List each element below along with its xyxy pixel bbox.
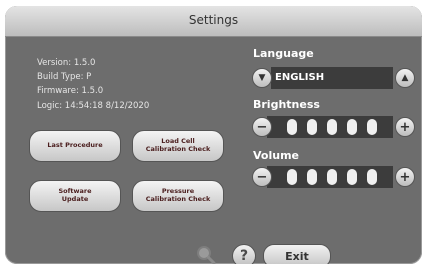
- version-text: Version: 1.5.0: [37, 58, 96, 68]
- volume-track: [267, 166, 393, 188]
- magnifier-icon[interactable]: [195, 244, 217, 264]
- language-field: ENGLISH: [271, 67, 393, 89]
- last-procedure-button[interactable]: Last Procedure: [29, 130, 121, 162]
- volume-segment: [327, 169, 337, 185]
- brightness-track: [267, 116, 393, 138]
- firmware-text: Firmware: 1.5.0: [37, 86, 104, 96]
- volume-plus-button[interactable]: +: [395, 167, 415, 187]
- brightness-label: Brightness: [253, 98, 320, 111]
- settings-screen: Settings Version: 1.5.0 Build Type: P Fi…: [5, 6, 422, 264]
- language-label: Language: [253, 47, 314, 60]
- brightness-segment: [307, 119, 317, 135]
- language-up-button[interactable]: ▲: [395, 68, 415, 88]
- volume-minus-button[interactable]: −: [252, 167, 272, 187]
- page-title: Settings: [188, 13, 239, 27]
- title-bar: Settings: [5, 6, 422, 37]
- volume-segment: [367, 169, 377, 185]
- volume-segment: [307, 169, 317, 185]
- exit-button[interactable]: Exit: [263, 244, 331, 264]
- brightness-segment: [347, 119, 357, 135]
- volume-segment: [347, 169, 357, 185]
- brightness-segment: [367, 119, 377, 135]
- brightness-minus-button[interactable]: −: [252, 117, 272, 137]
- brightness-segment: [327, 119, 337, 135]
- help-button[interactable]: ?: [232, 244, 256, 264]
- logic-text: Logic: 14:54:18 8/12/2020: [37, 101, 150, 111]
- load-cell-calibration-button[interactable]: Load Cell Calibration Check: [132, 130, 224, 162]
- software-update-button[interactable]: Software Update: [29, 180, 121, 212]
- volume-segment: [287, 169, 297, 185]
- volume-label: Volume: [253, 149, 299, 162]
- brightness-segment: [287, 119, 297, 135]
- brightness-plus-button[interactable]: +: [395, 117, 415, 137]
- language-down-button[interactable]: ▼: [252, 68, 272, 88]
- pressure-calibration-button[interactable]: Pressure Calibration Check: [132, 180, 224, 212]
- build-type-text: Build Type: P: [37, 72, 92, 82]
